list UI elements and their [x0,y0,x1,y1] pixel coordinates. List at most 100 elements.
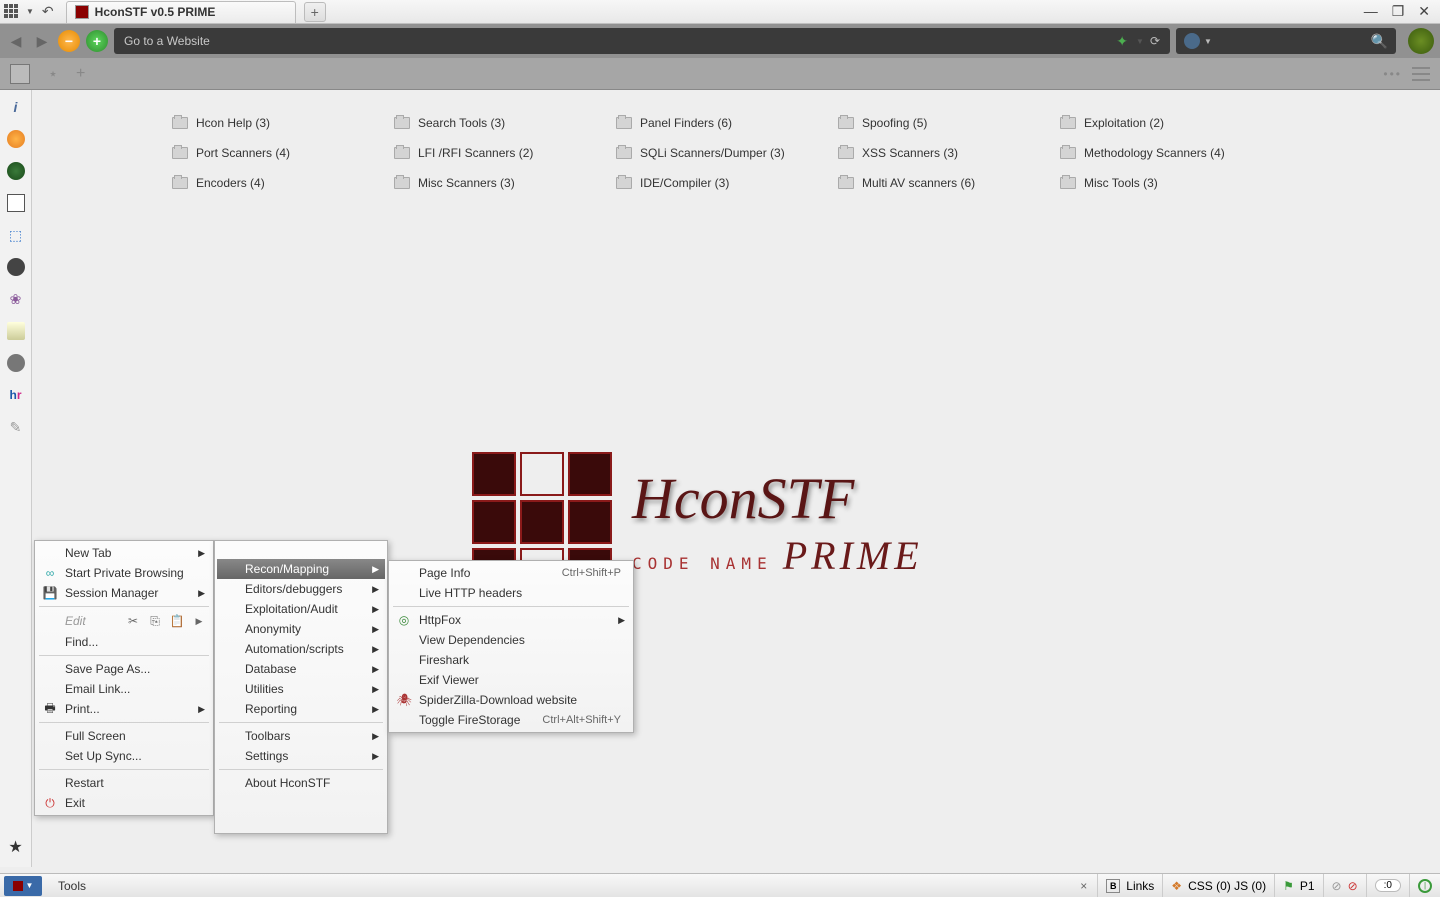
search-engine-icon[interactable] [1184,33,1200,49]
bookmark-folder[interactable]: Encoders (4) [172,176,392,190]
menu-database[interactable]: Database▶ [217,659,385,679]
status-power-icon[interactable]: | [1418,879,1432,893]
bookmark-folder[interactable]: XSS Scanners (3) [838,146,1058,160]
new-tab-button[interactable]: + [304,2,326,22]
menu-settings[interactable]: Settings▶ [217,746,385,766]
menu-find[interactable]: Find... [37,632,211,652]
menu-fireshark[interactable]: Fireshark [391,650,631,670]
bookmark-folder[interactable]: Search Tools (3) [394,116,614,130]
status-block-icon[interactable]: ⊘ [1348,879,1358,893]
bookmark-star-icon[interactable]: ⋆ [48,64,58,84]
status-css-js[interactable]: CSS (0) JS (0) [1188,879,1266,893]
bookmark-folder[interactable]: SQLi Scanners/Dumper (3) [616,146,836,160]
menu-new-tab[interactable]: New Tab▶ [37,543,211,563]
menu-page-info[interactable]: Page InfoCtrl+Shift+P [391,563,631,583]
menu-session-manager[interactable]: 💾Session Manager▶ [37,583,211,603]
menu-live-http-headers[interactable]: Live HTTP headers [391,583,631,603]
status-flag-icon[interactable]: ⚑ [1283,879,1294,893]
reload-icon[interactable]: ⟳ [1150,34,1160,48]
sidebar-tool-icon[interactable]: ✎ [7,418,25,436]
profile-icon[interactable] [1408,28,1434,54]
menu-anonymity[interactable]: Anonymity▶ [217,619,385,639]
bookmark-folder[interactable]: LFI /RFI Scanners (2) [394,146,614,160]
copy-icon[interactable]: ⎘ [147,613,163,629]
sidebar-icon[interactable]: ❀ [7,290,25,308]
undo-icon[interactable]: ↶ [42,3,54,20]
bookmark-folder[interactable]: Panel Finders (6) [616,116,836,130]
dropdown-arrow-icon[interactable]: ▼ [26,7,34,16]
dropdown-icon[interactable]: ▼ [1136,37,1144,46]
sidebar-icon[interactable] [7,194,25,212]
overflow-icon[interactable]: ••• [1383,67,1402,81]
status-app-button[interactable]: ▼ [4,876,42,896]
menu-toolbars[interactable]: Toolbars▶ [217,726,385,746]
bookmark-folder[interactable]: Hcon Help (3) [172,116,392,130]
bookmark-folder[interactable]: Misc Scanners (3) [394,176,614,190]
submenu-arrow-icon[interactable]: ▶ [191,613,207,629]
menu-sync[interactable]: Set Up Sync... [37,746,211,766]
menu-recon-mapping[interactable]: Recon/Mapping▶ [217,559,385,579]
bookmark-folder[interactable]: IDE/Compiler (3) [616,176,836,190]
status-p1[interactable]: P1 [1300,879,1315,893]
sidebar-hr-icon[interactable]: hr [7,386,25,404]
menu-restart[interactable]: Restart [37,773,211,793]
menu-about[interactable]: About HconSTF [217,773,385,793]
menu-httpfox[interactable]: ◎HttpFox▶ [391,610,631,630]
menu-icon[interactable] [1412,67,1430,81]
status-links[interactable]: Links [1126,879,1154,893]
menu-toggle-firestorage[interactable]: Toggle FireStorageCtrl+Alt+Shift+Y [391,710,631,730]
menu-exif-viewer[interactable]: Exif Viewer [391,670,631,690]
search-icon[interactable]: 🔍 [1371,33,1388,50]
zoom-out-button[interactable]: − [58,30,80,52]
addon-icon[interactable]: ✦ [1116,33,1128,50]
bookmark-folder[interactable]: Port Scanners (4) [172,146,392,160]
search-bar[interactable]: ▼ 🔍 [1176,28,1396,54]
sidebar-icon[interactable] [7,258,25,276]
minimize-icon[interactable]: — [1364,3,1378,20]
status-script-icon[interactable]: ❖ [1171,879,1182,893]
dropdown-icon[interactable]: ▼ [1204,37,1212,46]
bookmark-folder[interactable]: Multi AV scanners (6) [838,176,1058,190]
menu-email-link[interactable]: Email Link... [37,679,211,699]
sidebar-icon[interactable]: ⬚ [7,226,25,244]
bookmark-folder[interactable]: Methodology Scanners (4) [1060,146,1280,160]
menu-spiderzilla[interactable]: 🕷SpiderZilla-Download website [391,690,631,710]
menu-view-dependencies[interactable]: View Dependencies [391,630,631,650]
browser-tab[interactable]: HconSTF v0.5 PRIME [66,1,296,23]
bookmark-folder[interactable]: Misc Tools (3) [1060,176,1280,190]
menu-print[interactable]: 🖶Print...▶ [37,699,211,719]
apps-grid-button[interactable] [4,4,22,20]
menu-editors-debuggers[interactable]: Editors/debuggers▶ [217,579,385,599]
bold-icon[interactable]: B [1106,879,1120,893]
forward-button[interactable]: ▶ [32,31,52,51]
add-bookmark-icon[interactable]: + [76,65,85,83]
zoom-in-button[interactable]: + [86,30,108,52]
menu-fullscreen[interactable]: Full Screen [37,726,211,746]
url-bar[interactable]: Go to a Website ✦ ▼ ⟳ [114,28,1170,54]
sidebar-icon[interactable] [7,162,25,180]
bookmark-folder[interactable]: Exploitation (2) [1060,116,1280,130]
menu-exit[interactable]: ⏻Exit [37,793,211,813]
bookmark-folder[interactable]: Spoofing (5) [838,116,1058,130]
sidebar-star-icon[interactable]: ★ [8,837,22,857]
sidebar-icon[interactable] [7,322,25,340]
menu-automation-scripts[interactable]: Automation/scripts▶ [217,639,385,659]
menu-reporting[interactable]: Reporting▶ [217,699,385,719]
close-icon[interactable]: ✕ [1418,3,1430,20]
maximize-icon[interactable]: ❐ [1392,3,1405,20]
status-close-icon[interactable]: × [1070,879,1097,893]
sidebar-toggle-button[interactable] [10,64,30,84]
menu-save-page-as[interactable]: Save Page As... [37,659,211,679]
paste-icon[interactable]: 📋 [169,613,185,629]
status-counter[interactable]: :0 [1375,879,1401,892]
sidebar-icon[interactable] [7,130,25,148]
menu-private-browsing[interactable]: ∞Start Private Browsing [37,563,211,583]
back-button[interactable]: ◀ [6,31,26,51]
sidebar-info-icon[interactable]: i [7,98,25,116]
cut-icon[interactable]: ✂ [125,613,141,629]
status-section: B Links [1097,874,1162,897]
menu-exploitation-audit[interactable]: Exploitation/Audit▶ [217,599,385,619]
status-block-icon[interactable]: ⊘ [1332,879,1342,893]
menu-utilities[interactable]: Utilities▶ [217,679,385,699]
sidebar-icon[interactable] [7,354,25,372]
